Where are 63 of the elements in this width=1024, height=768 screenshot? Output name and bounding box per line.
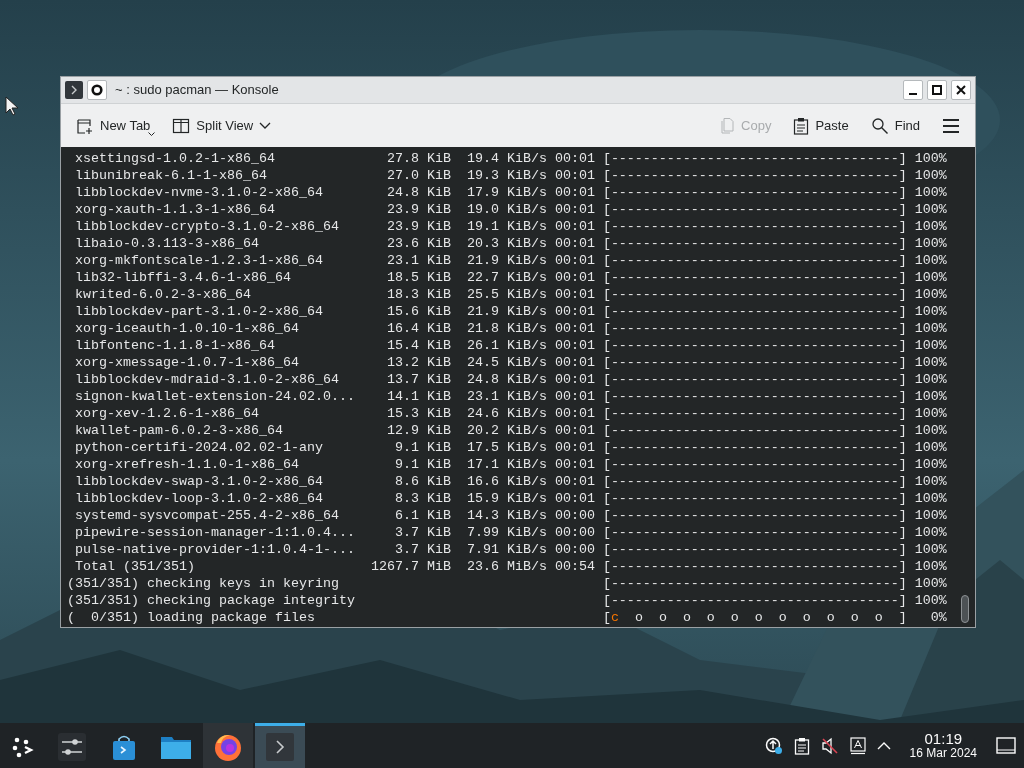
sliders-icon[interactable]: [58, 733, 86, 761]
clipboard-icon: [793, 116, 810, 135]
maximize-button[interactable]: [927, 80, 947, 100]
keyboard-layout-icon[interactable]: [849, 736, 866, 755]
terminal-line: libaio-0.3.113-3-x86_64 23.6 KiB 20.3 KiB/s 00:01 [------------------------------------] 100%: [74, 235, 947, 252]
terminal-line: systemd-sysvcompat-255.4-2-x86_64 6.1 KiB 14.3 KiB/s 00:00 [------------------------------------] 100%: [74, 507, 947, 524]
clock[interactable]: 01:19 16 Mar 2024: [909, 730, 977, 761]
desktop-icon[interactable]: [996, 735, 1016, 756]
mouse-pointer-icon: [5, 96, 19, 116]
toolbar-button[interactable]: Find: [863, 111, 927, 140]
shopping-bag-icon[interactable]: [110, 733, 138, 761]
copy-icon: [719, 116, 736, 135]
clock-time: 01:19: [924, 730, 963, 748]
scrollbar-thumb[interactable]: [961, 595, 969, 623]
terminal-line: pulse-native-provider-1:1.0.4-1-... 3.7 KiB 7.91 KiB/s 00:00 [------------------------------------] 100%: [74, 541, 947, 558]
terminal-line: (351/351) checking keys in keyring [------------------------------------] 100%: [67, 575, 947, 592]
maximize-icon: [932, 85, 942, 95]
clock-date: 16 Mar 2024: [909, 747, 977, 761]
terminal-line: xorg-mkfontscale-1.2.3-1-x86_64 23.1 KiB 21.9 KiB/s 00:01 [------------------------------------] 100%: [74, 252, 947, 269]
terminal-line: ( 0/351) loading package files [c o o o o o o o o o o o ] 0%: [67, 609, 947, 626]
update-icon[interactable]: [764, 736, 783, 755]
terminal-line: pipewire-session-manager-1:1.0.4... 3.7 KiB 7.99 KiB/s 00:00 [------------------------------------] 100%: [74, 524, 947, 541]
terminal-line: (351/351) checking package integrity [------------------------------------] 100%: [67, 592, 947, 609]
terminal-line: libblockdev-mdraid-3.1.0-2-x86_64 13.7 KiB 24.8 KiB/s 00:01 [------------------------------------] 100%: [74, 371, 947, 388]
terminal-line: libblockdev-nvme-3.1.0-2-x86_64 24.8 KiB 17.9 KiB/s 00:01 [------------------------------------] 100%: [74, 184, 947, 201]
minimize-icon: [909, 93, 917, 95]
terminal-line: Total (351/351) 1267.7 MiB 23.6 MiB/s 00:54 [------------------------------------] 100%: [74, 558, 947, 575]
terminal-line: xorg-iceauth-1.0.10-1-x86_64 16.4 KiB 21.8 KiB/s 00:01 [------------------------------------] 100%: [74, 320, 947, 337]
search-icon: [870, 116, 889, 135]
terminal-line: kwallet-pam-6.0.2-3-x86_64 12.9 KiB 20.2 KiB/s 00:01 [------------------------------------] 100%: [74, 422, 947, 439]
terminal-line: python-certifi-2024.02.02-1-any 9.1 KiB 17.5 KiB/s 00:01 [------------------------------------] 100%: [74, 439, 947, 456]
terminal-line: libunibreak-6.1-1-x86_64 27.0 KiB 19.3 KiB/s 00:01 [------------------------------------] 100%: [74, 167, 947, 184]
terminal-line: xorg-xauth-1.1.3-1-x86_64 23.9 KiB 19.0 KiB/s 00:01 [------------------------------------] 100%: [74, 201, 947, 218]
close-button[interactable]: [951, 80, 971, 100]
terminal-line: kwrited-6.0.2-3-x86_64 18.3 KiB 25.5 KiB/s 00:01 [------------------------------------] 100%: [74, 286, 947, 303]
caret-up-icon[interactable]: [876, 740, 891, 751]
toolbar-button[interactable]: Paste: [786, 111, 856, 140]
terminal-line: signon-kwallet-extension-24.02.0... 14.1 KiB 23.1 KiB/s 00:01 [------------------------------------] 100%: [74, 388, 947, 405]
launcher-icon[interactable]: [10, 735, 35, 759]
muted-speaker-icon[interactable]: [820, 736, 839, 755]
ring-icon: [91, 84, 103, 96]
terminal-line: xorg-xev-1.2.6-1-x86_64 15.3 KiB 24.6 KiB/s 00:01 [------------------------------------] 100%: [74, 405, 947, 422]
terminal-line: libblockdev-loop-3.1.0-2-x86_64 8.3 KiB 15.9 KiB/s 00:01 [------------------------------------] 100%: [74, 490, 947, 507]
terminal-line: xorg-xmessage-1.0.7-1-x86_64 13.2 KiB 24.5 KiB/s 00:01 [------------------------------------] 100%: [74, 354, 947, 371]
terminal-line: xsettingsd-1.0.2-1-x86_64 27.8 KiB 19.4 KiB/s 00:01 [------------------------------------] 100%: [74, 150, 947, 167]
terminal-line: libblockdev-part-3.1.0-2-x86_64 15.6 KiB 21.9 KiB/s 00:01 [------------------------------------] 100%: [74, 303, 947, 320]
terminal-line: libblockdev-swap-3.1.0-2-x86_64 8.6 KiB 16.6 KiB/s 00:01 [------------------------------------] 100%: [74, 473, 947, 490]
terminal-icon[interactable]: [266, 733, 294, 761]
keep-above-button[interactable]: [87, 80, 107, 100]
minimize-button[interactable]: [903, 80, 923, 100]
terminal-line: libblockdev-crypto-3.1.0-2-x86_64 23.9 KiB 19.1 KiB/s 00:01 [------------------------------------] 100%: [74, 218, 947, 235]
new-tab-icon: [76, 116, 94, 135]
terminal-line: libfontenc-1.1.8-1-x86_64 15.4 KiB 26.1 KiB/s 00:01 [------------------------------------] 100%: [74, 337, 947, 354]
terminal-line: lib32-libffi-3.4.6-1-x86_64 18.5 KiB 22.7 KiB/s 00:01 [------------------------------------] 100%: [74, 269, 947, 286]
menu-icon: [942, 117, 960, 134]
clipboard-icon[interactable]: [793, 736, 810, 755]
terminal-icon: [65, 81, 83, 99]
terminal-line: xorg-xrefresh-1.1.0-1-x86_64 9.1 KiB 17.1 KiB/s 00:01 [------------------------------------] 100%: [74, 456, 947, 473]
close-icon: [956, 85, 966, 95]
toolbar-button[interactable]: New Tab: [69, 111, 158, 140]
window-title: ~ : sudo pacman — Konsole: [115, 81, 279, 100]
split-view-icon: [172, 116, 191, 135]
toolbar-button[interactable]: Split View: [165, 111, 279, 140]
